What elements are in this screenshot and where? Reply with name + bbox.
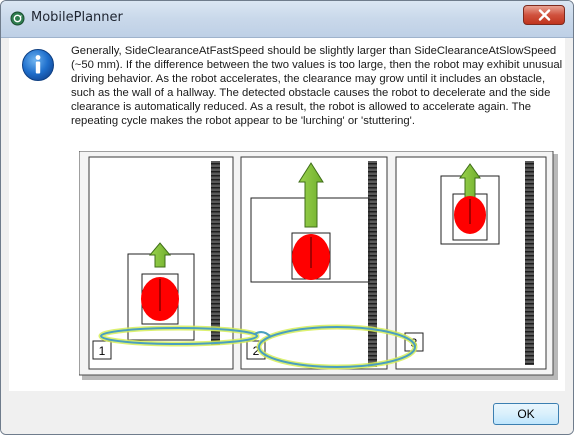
info-icon (22, 49, 54, 81)
dialog-content: Generally, SideClearanceAtFastSpeed shou… (9, 38, 565, 391)
dialog-window: MobilePlanner Generally, SideClearanceAt… (0, 0, 574, 435)
panel-2: 2 (240, 156, 388, 370)
close-icon (538, 9, 551, 21)
panel-3-wall (525, 161, 534, 365)
mobileplanner-app-icon (10, 11, 25, 26)
ok-button[interactable]: OK (493, 403, 559, 425)
dialog-footer: OK (1, 391, 573, 434)
panel-1: 1 (88, 156, 234, 370)
panel-1-wall (211, 161, 220, 345)
panel-1-label: 1 (99, 344, 106, 358)
clearance-diagram: 1 2 3 (79, 151, 558, 380)
panel-3: 3 (395, 156, 547, 370)
title-bar[interactable]: MobilePlanner (1, 1, 573, 38)
dialog-message: Generally, SideClearanceAtFastSpeed shou… (71, 45, 563, 127)
window-title: MobilePlanner (31, 10, 123, 25)
close-button[interactable] (523, 5, 565, 25)
